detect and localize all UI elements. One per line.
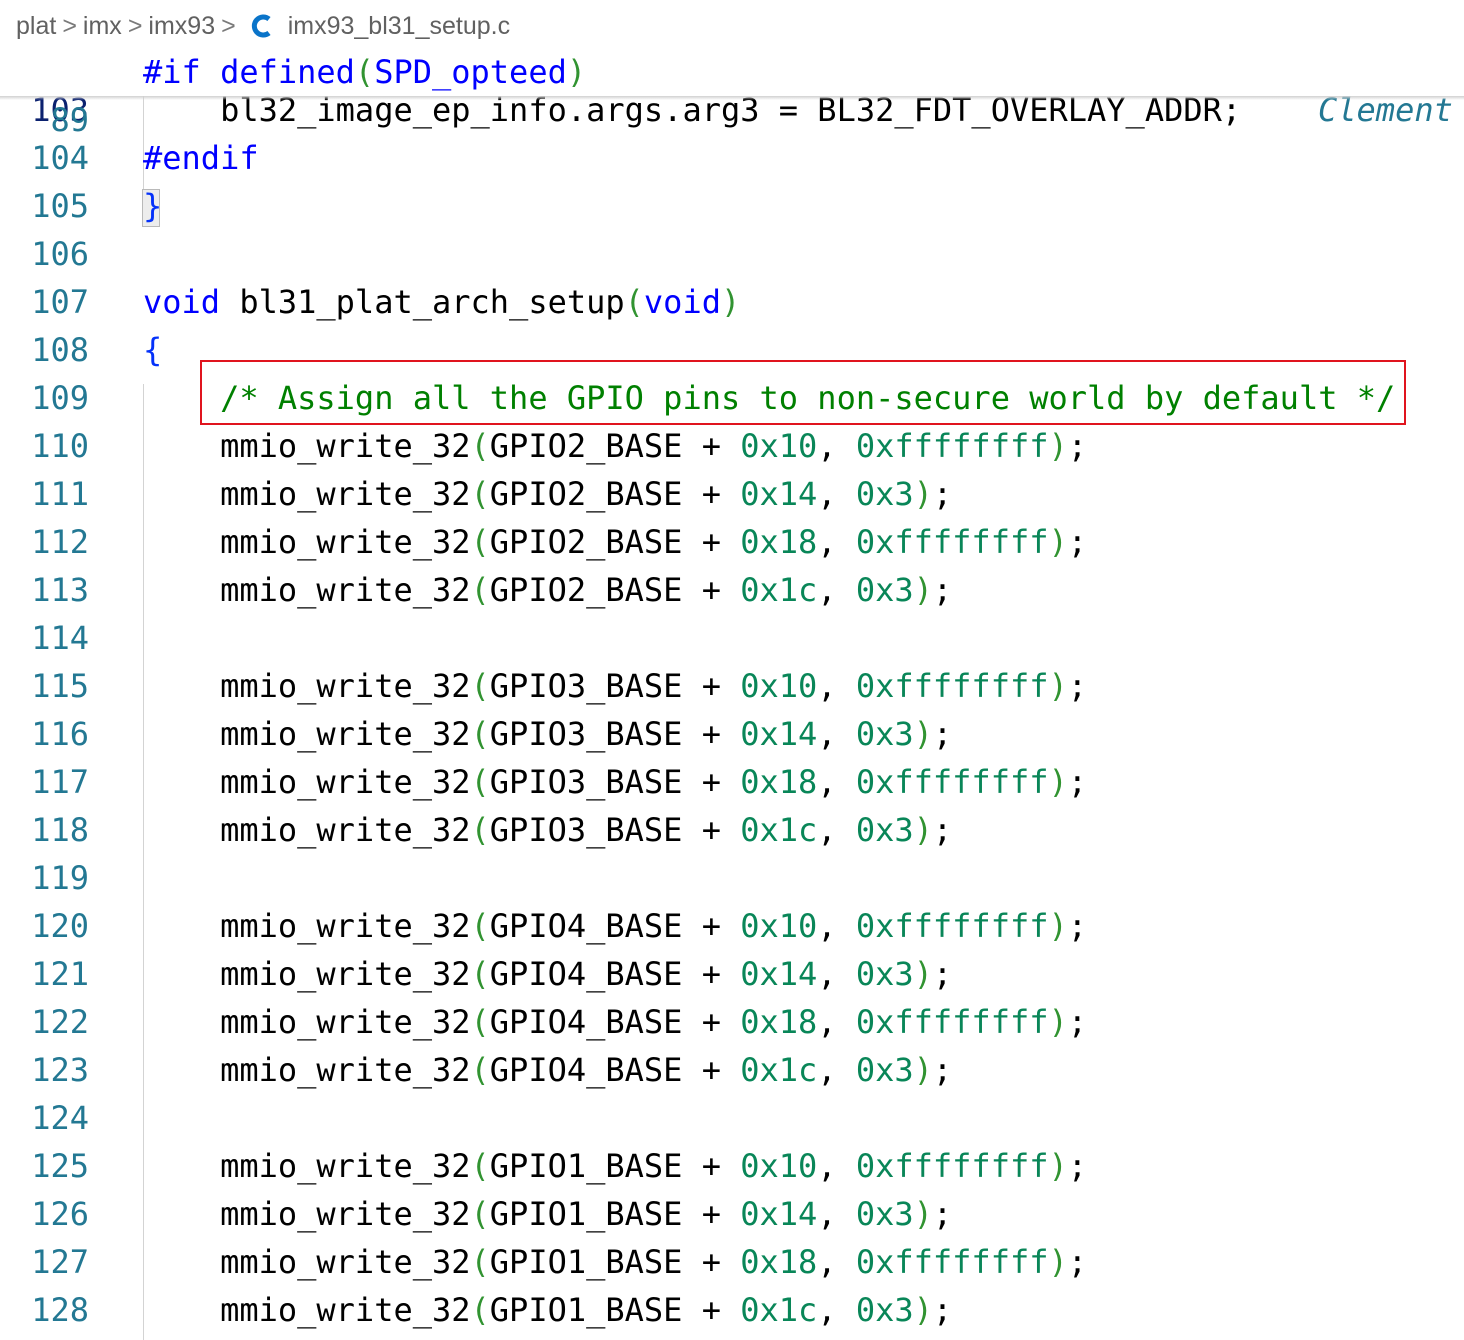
breadcrumb-separator: > bbox=[127, 11, 143, 40]
line-number: 127 bbox=[31, 1243, 89, 1281]
code-text: mmio_write_32(GPIO1_BASE + 0x10, 0xfffff… bbox=[143, 1147, 1088, 1185]
preprocessor-directive: #if bbox=[143, 53, 201, 91]
line-number: 115 bbox=[31, 667, 89, 705]
code-line[interactable]: 105} bbox=[0, 182, 1464, 230]
code-line[interactable]: 104 #endif bbox=[0, 134, 1464, 182]
code-line[interactable]: 118 mmio_write_32(GPIO3_BASE + 0x1c, 0x3… bbox=[0, 806, 1464, 854]
code-line[interactable]: 124 bbox=[0, 1094, 1464, 1142]
code-text: mmio_write_32(GPIO3_BASE + 0x10, 0xfffff… bbox=[143, 667, 1088, 705]
code-text: } bbox=[143, 187, 163, 225]
preprocessor-operator: defined bbox=[220, 53, 355, 91]
macro-name: SPD_opteed bbox=[374, 53, 567, 91]
code-text: mmio_write_32(GPIO2_BASE + 0x1c, 0x3); bbox=[143, 571, 953, 609]
line-number: 124 bbox=[31, 1099, 89, 1137]
line-number: 121 bbox=[31, 955, 89, 993]
code-line[interactable]: 114 bbox=[0, 614, 1464, 662]
code-line[interactable]: 110 mmio_write_32(GPIO2_BASE + 0x10, 0xf… bbox=[0, 422, 1464, 470]
line-number: 125 bbox=[31, 1147, 89, 1185]
code-text: void bl31_plat_arch_setup(void) bbox=[143, 283, 741, 321]
code-text: mmio_write_32(GPIO4_BASE + 0x1c, 0x3); bbox=[143, 1051, 953, 1089]
code-text: mmio_write_32(GPIO3_BASE + 0x14, 0x3); bbox=[143, 715, 953, 753]
breadcrumb: plat > imx > imx93 > imx93_bl31_setup.c bbox=[0, 0, 1464, 52]
code-line[interactable]: 115 mmio_write_32(GPIO3_BASE + 0x10, 0xf… bbox=[0, 662, 1464, 710]
code-line[interactable]: 128 mmio_write_32(GPIO1_BASE + 0x1c, 0x3… bbox=[0, 1286, 1464, 1334]
line-number: 112 bbox=[31, 523, 89, 561]
line-number: 89 bbox=[50, 101, 89, 139]
breadcrumb-separator: > bbox=[221, 11, 236, 40]
code-text: mmio_write_32(GPIO3_BASE + 0x18, 0xfffff… bbox=[143, 763, 1088, 801]
line-number: 116 bbox=[31, 715, 89, 753]
paren: ) bbox=[566, 53, 587, 91]
code-text: mmio_write_32(GPIO2_BASE + 0x10, 0xfffff… bbox=[143, 427, 1088, 465]
code-text: mmio_write_32(GPIO3_BASE + 0x1c, 0x3); bbox=[143, 811, 953, 849]
line-number: 109 bbox=[31, 379, 89, 417]
code-text: mmio_write_32(GPIO4_BASE + 0x18, 0xfffff… bbox=[143, 1003, 1088, 1041]
code-text: mmio_write_32(GPIO1_BASE + 0x1c, 0x3); bbox=[143, 1291, 953, 1329]
line-number: 120 bbox=[31, 907, 89, 945]
breadcrumb-item-imx93[interactable]: imx93 bbox=[148, 12, 215, 41]
line-number: 118 bbox=[31, 811, 89, 849]
code-text: mmio_write_32(GPIO4_BASE + 0x14, 0x3); bbox=[143, 955, 953, 993]
code-text: mmio_write_32(GPIO1_BASE + 0x14, 0x3); bbox=[143, 1195, 953, 1233]
code-line[interactable]: 117 mmio_write_32(GPIO3_BASE + 0x18, 0xf… bbox=[0, 758, 1464, 806]
code-text: #endif bbox=[143, 139, 259, 177]
breadcrumb-file[interactable]: imx93_bl31_setup.c bbox=[288, 12, 510, 41]
code-text: mmio_write_32(GPIO1_BASE + 0x18, 0xfffff… bbox=[143, 1243, 1088, 1281]
code-line[interactable]: 125 mmio_write_32(GPIO1_BASE + 0x10, 0xf… bbox=[0, 1142, 1464, 1190]
line-number: 126 bbox=[31, 1195, 89, 1233]
line-number: 111 bbox=[31, 475, 89, 513]
code-line[interactable]: 107 void bl31_plat_arch_setup(void) bbox=[0, 278, 1464, 326]
code-line[interactable]: 121 mmio_write_32(GPIO4_BASE + 0x14, 0x3… bbox=[0, 950, 1464, 998]
c-language-icon bbox=[251, 14, 271, 38]
code-line[interactable]: 126 mmio_write_32(GPIO1_BASE + 0x14, 0x3… bbox=[0, 1190, 1464, 1238]
line-number: 123 bbox=[31, 1051, 89, 1089]
line-number: 122 bbox=[31, 1003, 89, 1041]
code-line[interactable]: 116 mmio_write_32(GPIO3_BASE + 0x14, 0x3… bbox=[0, 710, 1464, 758]
code-line[interactable]: 127 mmio_write_32(GPIO1_BASE + 0x18, 0xf… bbox=[0, 1238, 1464, 1286]
line-number: 107 bbox=[31, 283, 89, 321]
code-text: mmio_write_32(GPIO4_BASE + 0x10, 0xfffff… bbox=[143, 907, 1088, 945]
sticky-scroll-line[interactable]: 89 #if defined(SPD_opteed) bbox=[0, 48, 1464, 139]
code-line[interactable]: 112 mmio_write_32(GPIO2_BASE + 0x18, 0xf… bbox=[0, 518, 1464, 566]
code-text: mmio_write_32(GPIO2_BASE + 0x14, 0x3); bbox=[143, 475, 953, 513]
paren: ( bbox=[354, 53, 375, 91]
code-line[interactable]: 120 mmio_write_32(GPIO4_BASE + 0x10, 0xf… bbox=[0, 902, 1464, 950]
line-number: 119 bbox=[31, 859, 89, 897]
line-number: 113 bbox=[31, 571, 89, 609]
code-text: #if defined(SPD_opteed) bbox=[143, 48, 586, 96]
code-line[interactable]: 113 mmio_write_32(GPIO2_BASE + 0x1c, 0x3… bbox=[0, 566, 1464, 614]
breadcrumb-item-imx[interactable]: imx bbox=[83, 12, 122, 41]
line-number: 117 bbox=[31, 763, 89, 801]
code-line[interactable]: 122 mmio_write_32(GPIO4_BASE + 0x18, 0xf… bbox=[0, 998, 1464, 1046]
code-text: mmio_write_32(GPIO2_BASE + 0x18, 0xfffff… bbox=[143, 523, 1088, 561]
code-line[interactable]: 119 bbox=[0, 854, 1464, 902]
line-number: 114 bbox=[31, 619, 89, 657]
line-number: 108 bbox=[31, 331, 89, 369]
code-text: { bbox=[143, 331, 163, 369]
breadcrumb-separator: > bbox=[62, 11, 77, 40]
line-number: 110 bbox=[31, 427, 89, 465]
comment-highlight-box bbox=[200, 360, 1406, 425]
code-line[interactable]: 111 mmio_write_32(GPIO2_BASE + 0x14, 0x3… bbox=[0, 470, 1464, 518]
breadcrumb-item-plat[interactable]: plat bbox=[16, 12, 56, 41]
code-line[interactable]: 106 bbox=[0, 230, 1464, 278]
line-number: 128 bbox=[31, 1291, 89, 1329]
code-line[interactable]: 123 mmio_write_32(GPIO4_BASE + 0x1c, 0x3… bbox=[0, 1046, 1464, 1094]
sticky-scroll-shadow bbox=[0, 96, 1464, 100]
